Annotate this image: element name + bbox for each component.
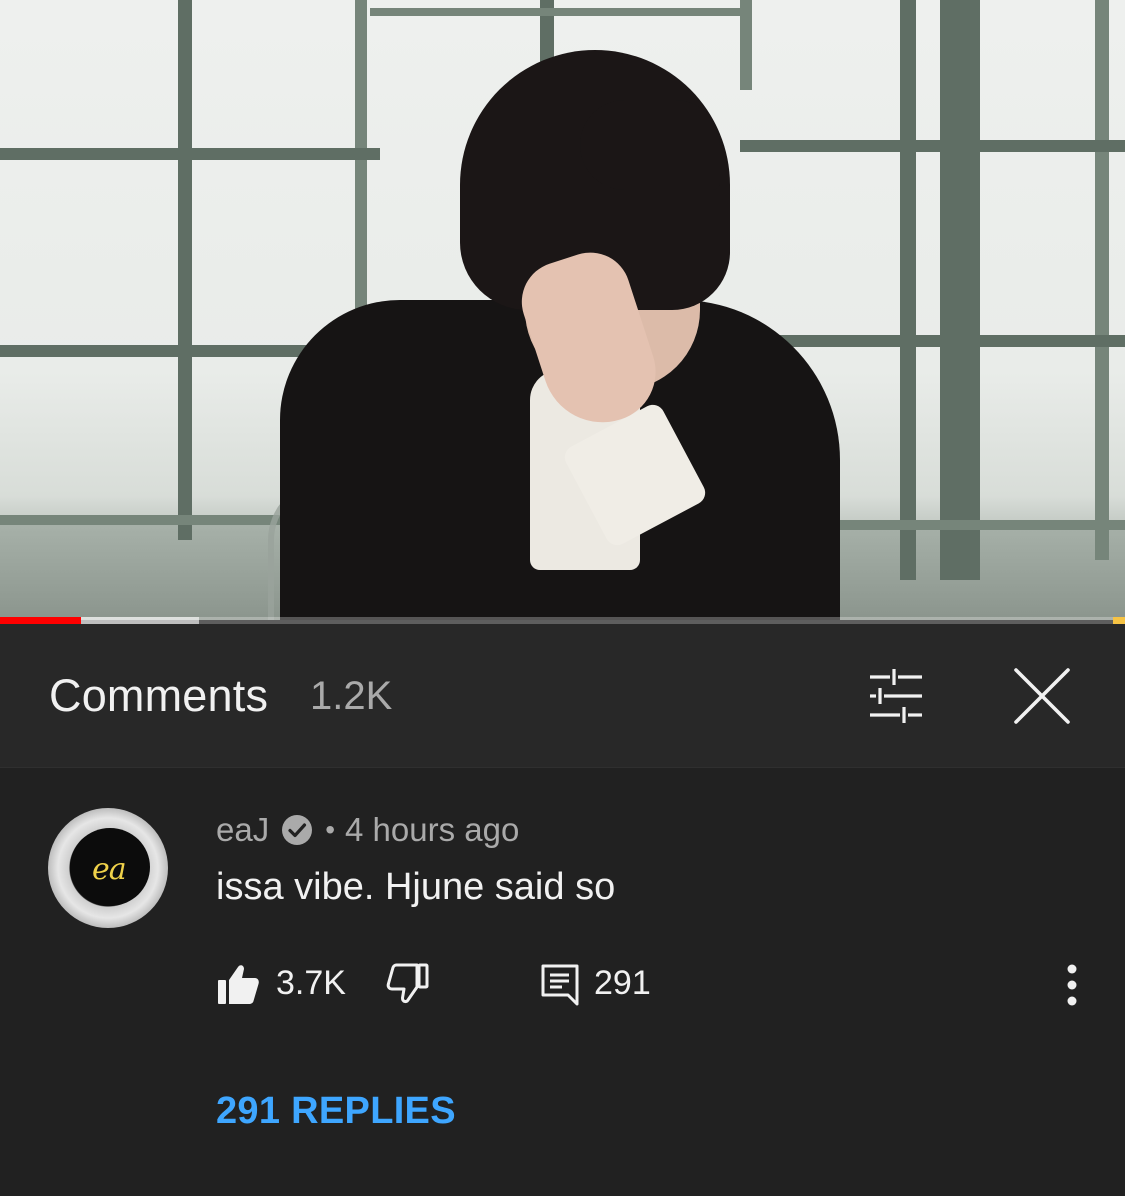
progress-played (0, 617, 81, 624)
comment-actions: 3.7K 291 (216, 960, 1096, 1010)
reply-count: 291 (594, 964, 651, 1002)
window-frame (940, 0, 980, 580)
window-frame (800, 520, 1125, 530)
video-progress-bar[interactable] (0, 617, 1125, 624)
like-count: 3.7K (276, 964, 346, 1002)
comment-meta: eaJ • 4 hours ago (216, 810, 519, 850)
view-replies-button[interactable]: 291 REPLIES (216, 1090, 456, 1133)
comments-title: Comments (49, 670, 269, 721)
comment-author[interactable]: eaJ (216, 811, 269, 849)
comment-timestamp: 4 hours ago (345, 811, 520, 848)
close-icon[interactable] (1010, 664, 1074, 728)
comment-thread: ea eaJ • 4 hours ago issa vibe. Hjune sa… (0, 768, 1125, 1196)
window-frame (1095, 0, 1109, 560)
video-player[interactable] (0, 0, 1125, 620)
avatar-logo: ea (92, 852, 127, 887)
window-frame (178, 0, 192, 540)
video-subject (280, 40, 840, 620)
sort-filter-icon[interactable] (864, 666, 928, 726)
window-frame (370, 8, 750, 16)
meta-separator: • (325, 814, 336, 845)
comments-count: 1.2K (310, 674, 393, 718)
window-frame (900, 0, 916, 580)
thumb-up-icon[interactable] (216, 962, 260, 1006)
verified-check-icon (281, 814, 313, 846)
reply-comment-icon[interactable] (538, 962, 582, 1006)
comment-text: issa vibe. Hjune said so (216, 866, 616, 908)
thumb-down-icon[interactable] (386, 962, 430, 1006)
comments-header: Comments 1.2K (0, 624, 1125, 768)
progress-end-marker (1113, 617, 1125, 624)
avatar[interactable]: ea (48, 808, 168, 928)
more-vertical-icon[interactable] (1056, 960, 1088, 1010)
